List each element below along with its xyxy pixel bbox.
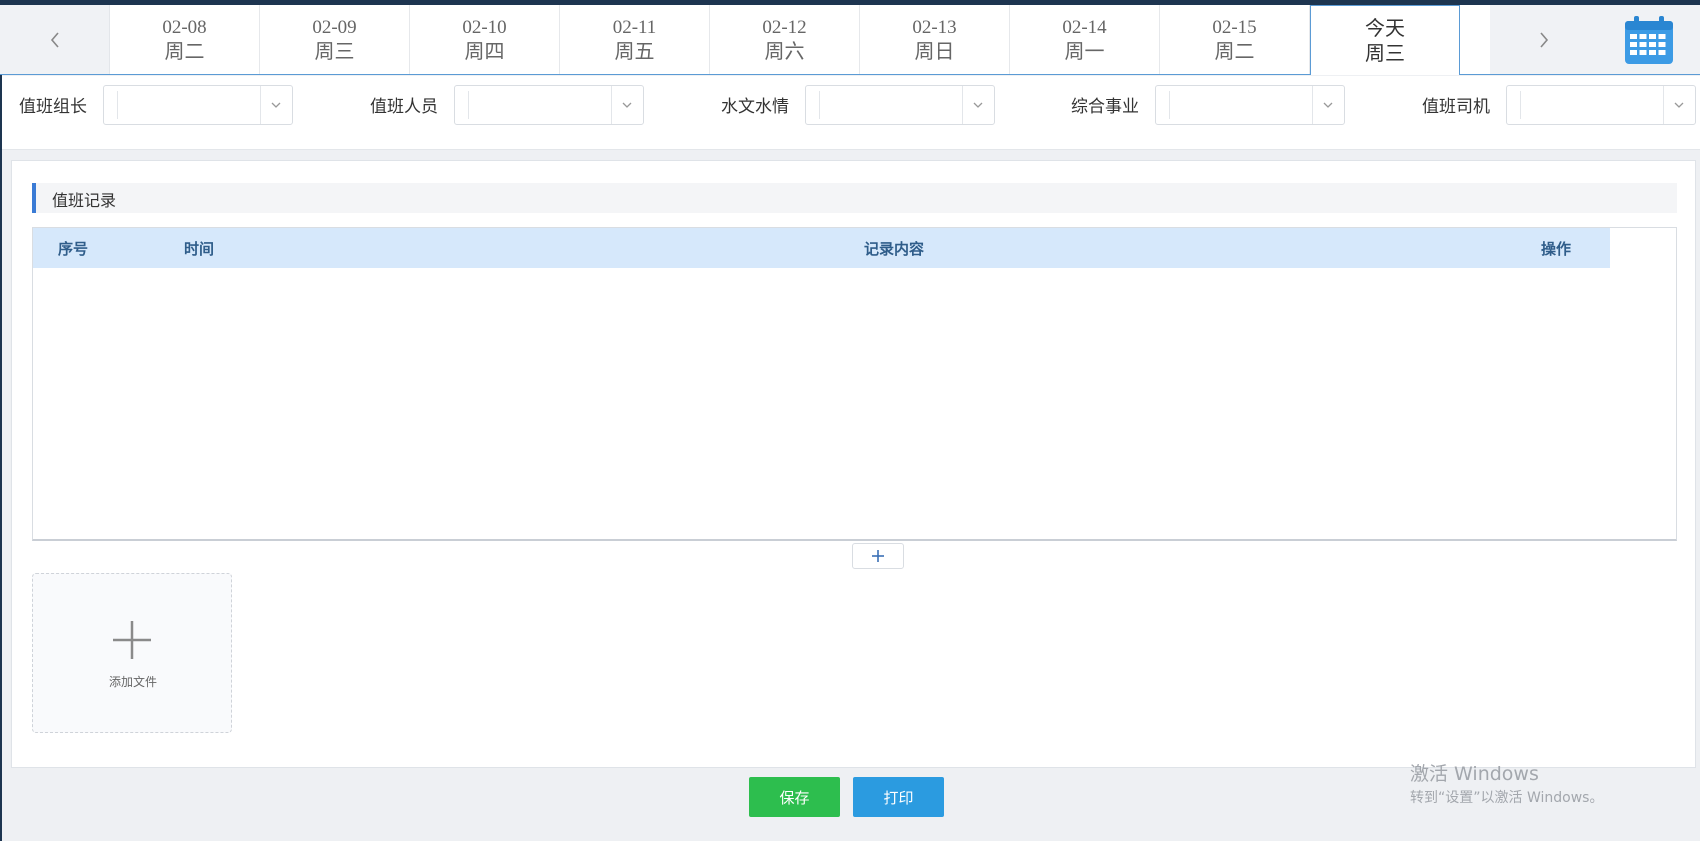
day-date: 02-08 bbox=[162, 16, 207, 38]
chevron-down-icon bbox=[622, 102, 632, 108]
duty-staff-select[interactable] bbox=[454, 85, 644, 125]
day-date: 02-09 bbox=[312, 16, 357, 38]
date-bar-spacer bbox=[1460, 5, 1490, 74]
day-date: 02-14 bbox=[1062, 16, 1107, 38]
section-header: 值班记录 bbox=[32, 183, 1677, 213]
hydrology-select[interactable] bbox=[805, 85, 995, 125]
column-header-time: 时间 bbox=[184, 240, 215, 258]
day-list: 02-08 周二 02-09 周三 02-10 周四 02-11 周五 02-1… bbox=[110, 5, 1460, 75]
column-header-index: 序号 bbox=[58, 240, 89, 258]
duty-driver-select[interactable] bbox=[1506, 85, 1696, 125]
select-caret-divider bbox=[260, 86, 261, 124]
duty-staff-label: 值班人员 bbox=[370, 97, 438, 117]
window-left-border bbox=[0, 75, 2, 841]
select-inner-divider bbox=[1520, 91, 1521, 119]
add-file-upload[interactable]: 添加文件 bbox=[32, 573, 232, 733]
next-week-button[interactable] bbox=[1490, 5, 1598, 74]
calendar-icon[interactable] bbox=[1623, 14, 1675, 66]
column-header-content: 记录内容 bbox=[864, 240, 925, 258]
date-navigation-bar: 02-08 周二 02-09 周三 02-10 周四 02-11 周五 02-1… bbox=[0, 5, 1700, 75]
plus-icon bbox=[872, 550, 884, 562]
duty-staff-row: 值班组长 值班人员 水文水情 综合事业 值班司机 bbox=[2, 76, 1700, 150]
chevron-right-icon bbox=[1540, 31, 1549, 48]
select-caret-divider bbox=[962, 86, 963, 124]
day-date: 今天 bbox=[1365, 15, 1405, 40]
chevron-left-icon bbox=[50, 31, 59, 48]
chevron-down-icon bbox=[1674, 102, 1684, 108]
duty-driver-label: 值班司机 bbox=[1422, 97, 1490, 117]
calendar-area bbox=[1598, 5, 1700, 74]
day-date: 02-11 bbox=[612, 16, 657, 38]
day-weekday: 周二 bbox=[1214, 38, 1255, 63]
day-tab[interactable]: 02-14 周一 bbox=[1010, 5, 1160, 74]
records-table: 序号 时间 记录内容 操作 bbox=[32, 227, 1677, 541]
upload-label: 添加文件 bbox=[108, 675, 157, 689]
day-date: 02-12 bbox=[762, 16, 807, 38]
chevron-down-icon bbox=[271, 102, 281, 108]
print-button[interactable]: 打印 bbox=[853, 777, 944, 817]
duty-record-card: 值班记录 序号 时间 记录内容 操作 添加文件 bbox=[11, 160, 1696, 768]
select-inner-divider bbox=[117, 91, 118, 119]
duty-leader-select[interactable] bbox=[103, 85, 293, 125]
general-affairs-label: 综合事业 bbox=[1071, 97, 1139, 117]
day-weekday: 周五 bbox=[614, 38, 655, 63]
day-weekday: 周日 bbox=[914, 38, 955, 63]
watermark-title: 激活 Windows bbox=[1410, 763, 1539, 785]
select-caret-divider bbox=[611, 86, 612, 124]
day-date: 02-15 bbox=[1212, 16, 1257, 38]
general-affairs-select[interactable] bbox=[1155, 85, 1345, 125]
add-record-button[interactable] bbox=[852, 543, 904, 569]
day-tab[interactable]: 02-10 周四 bbox=[410, 5, 560, 74]
chevron-down-icon bbox=[973, 102, 983, 108]
chevron-down-icon bbox=[1323, 102, 1333, 108]
day-weekday: 周六 bbox=[764, 38, 805, 63]
prev-week-button[interactable] bbox=[0, 5, 110, 74]
watermark-subtitle: 转到“设置”以激活 Windows。 bbox=[1410, 790, 1604, 806]
select-caret-divider bbox=[1312, 86, 1313, 124]
day-weekday: 周二 bbox=[164, 38, 205, 63]
day-tab[interactable]: 02-13 周日 bbox=[860, 5, 1010, 74]
select-inner-divider bbox=[819, 91, 820, 119]
select-caret-divider bbox=[1663, 86, 1664, 124]
duty-leader-label: 值班组长 bbox=[19, 97, 87, 117]
day-tab[interactable]: 02-08 周二 bbox=[110, 5, 260, 74]
section-title: 值班记录 bbox=[52, 191, 117, 210]
select-inner-divider bbox=[468, 91, 469, 119]
day-weekday: 周三 bbox=[314, 38, 355, 63]
day-weekday: 周四 bbox=[464, 38, 505, 63]
day-tab-today[interactable]: 今天 周三 bbox=[1310, 5, 1460, 75]
day-tab[interactable]: 02-11 周五 bbox=[560, 5, 710, 74]
select-inner-divider bbox=[1169, 91, 1170, 119]
day-tab[interactable]: 02-09 周三 bbox=[260, 5, 410, 74]
hydrology-label: 水文水情 bbox=[721, 97, 789, 117]
day-date: 02-13 bbox=[912, 16, 957, 38]
day-date: 02-10 bbox=[462, 16, 507, 38]
day-weekday: 周三 bbox=[1365, 40, 1405, 65]
table-header: 序号 时间 记录内容 操作 bbox=[33, 228, 1610, 268]
day-tab[interactable]: 02-15 周二 bbox=[1160, 5, 1310, 74]
day-tab[interactable]: 02-12 周六 bbox=[710, 5, 860, 74]
windows-activation-watermark: 激活 Windows 转到“设置”以激活 Windows。 bbox=[1410, 762, 1603, 808]
plus-icon bbox=[113, 621, 151, 659]
column-header-actions: 操作 bbox=[1541, 240, 1572, 258]
save-button[interactable]: 保存 bbox=[749, 777, 840, 817]
day-weekday: 周一 bbox=[1064, 38, 1105, 63]
